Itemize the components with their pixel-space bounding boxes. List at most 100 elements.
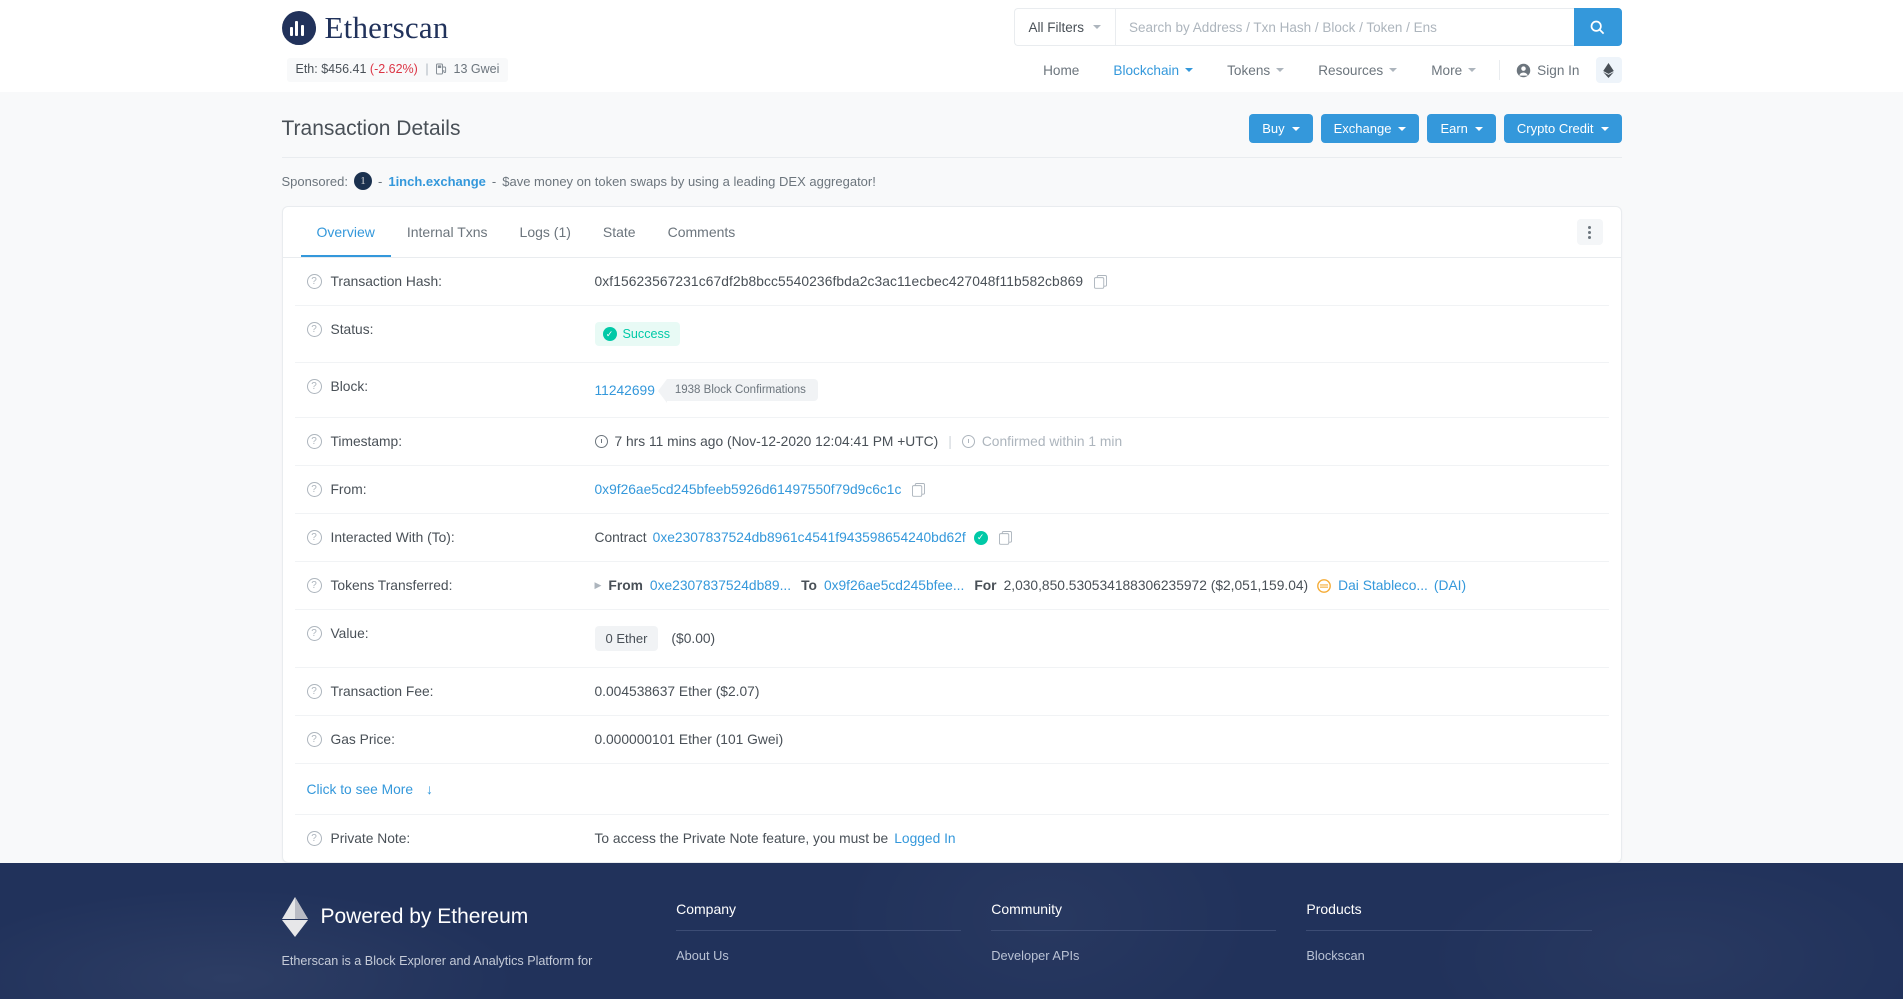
theme-toggle-button[interactable] <box>1596 57 1622 83</box>
label-block: Block: <box>331 379 369 394</box>
help-icon[interactable]: ? <box>307 578 322 593</box>
crypto-credit-label: Crypto Credit <box>1517 121 1594 136</box>
action-button-group: Buy Exchange Earn Crypto Credit <box>1249 114 1621 143</box>
help-icon[interactable]: ? <box>307 274 322 289</box>
footer-description: Etherscan is a Block Explorer and Analyt… <box>282 951 647 972</box>
footer-column-company: Company About Us <box>676 897 961 972</box>
sign-in-button[interactable]: Sign In <box>1506 63 1589 78</box>
tab-comments[interactable]: Comments <box>652 207 752 257</box>
row-tokens-transferred: ? Tokens Transferred: ▶ From 0xe23078375… <box>295 562 1609 610</box>
token-symbol-link[interactable]: (DAI) <box>1434 578 1466 593</box>
footer-link-blockscan[interactable]: Blockscan <box>1306 948 1591 963</box>
dot-icon <box>1588 226 1591 229</box>
help-icon[interactable]: ? <box>307 530 322 545</box>
ethereum-logo-icon <box>282 897 308 937</box>
more-options-button[interactable] <box>1577 219 1603 245</box>
footer-link-developer-apis[interactable]: Developer APIs <box>991 948 1276 963</box>
help-icon[interactable]: ? <box>307 732 322 747</box>
copy-hash-button[interactable] <box>1094 275 1107 289</box>
row-transaction-fee: ? Transaction Fee: 0.004538637 Ether ($2… <box>295 668 1609 716</box>
from-address-link[interactable]: 0x9f26ae5cd245bfeeb5926d61497550f79d9c6c… <box>595 482 902 497</box>
private-note-text: To access the Private Note feature, you … <box>595 831 889 846</box>
row-block: ? Block: 11242699 1938 Block Confirmatio… <box>295 363 1609 418</box>
timestamp-divider: | <box>948 434 952 449</box>
tab-state[interactable]: State <box>587 207 652 257</box>
crypto-credit-button[interactable]: Crypto Credit <box>1504 114 1622 143</box>
value-transaction-hash: 0xf15623567231c67df2b8bcc5540236fbda2c3a… <box>595 274 1084 289</box>
nav-item-more[interactable]: More <box>1414 63 1493 78</box>
transaction-card: Overview Internal Txns Logs (1) State Co… <box>282 206 1622 863</box>
site-footer: Powered by Ethereum Etherscan is a Block… <box>0 863 1903 999</box>
sign-in-label: Sign In <box>1537 63 1579 78</box>
eth-price-prefix: Eth: <box>296 62 318 76</box>
main-nav: Home Blockchain Tokens Resources More <box>1026 57 1621 83</box>
buy-button[interactable]: Buy <box>1249 114 1312 143</box>
nav-label-tokens: Tokens <box>1227 63 1270 78</box>
nav-label-home: Home <box>1043 63 1079 78</box>
arrow-down-icon: ↓ <box>426 781 433 797</box>
gas-price-value: 13 Gwei <box>454 62 500 76</box>
tab-logs[interactable]: Logs (1) <box>504 207 587 257</box>
nav-label-blockchain: Blockchain <box>1113 63 1179 78</box>
token-to-link[interactable]: 0x9f26ae5cd245bfee... <box>824 578 964 593</box>
label-private-note: Private Note: <box>331 831 411 846</box>
ethereum-icon <box>1603 63 1614 78</box>
see-more-link[interactable]: Click to see More <box>307 782 414 797</box>
overview-rows: ? Transaction Hash: 0xf15623567231c67df2… <box>283 258 1621 862</box>
search-input[interactable] <box>1115 8 1573 46</box>
value-usd: ($0.00) <box>671 631 715 646</box>
nav-divider <box>1499 60 1500 80</box>
tab-bar: Overview Internal Txns Logs (1) State Co… <box>283 207 1621 258</box>
label-tokens-transferred: Tokens Transferred: <box>331 578 453 593</box>
chevron-down-icon <box>1292 127 1300 131</box>
tab-internal-txns[interactable]: Internal Txns <box>391 207 504 257</box>
footer-link-about-us[interactable]: About Us <box>676 948 961 963</box>
chevron-down-icon <box>1389 68 1397 72</box>
sponsored-prefix: Sponsored: <box>282 174 349 189</box>
expand-arrow-icon[interactable]: ▶ <box>595 580 602 591</box>
copy-from-button[interactable] <box>912 483 925 497</box>
help-icon[interactable]: ? <box>307 322 322 337</box>
search-button[interactable] <box>1574 8 1622 46</box>
help-icon[interactable]: ? <box>307 831 322 846</box>
sponsored-banner: Sponsored: 1 - 1inch.exchange - $ave mon… <box>282 158 1622 206</box>
value-gas-price: 0.000000101 Ether (101 Gwei) <box>595 732 784 747</box>
clock-icon <box>595 435 608 448</box>
token-name-link[interactable]: Dai Stableco... <box>1338 578 1428 593</box>
sponsored-link[interactable]: 1inch.exchange <box>388 174 486 189</box>
label-timestamp: Timestamp: <box>331 434 403 449</box>
block-confirmations-badge: 1938 Block Confirmations <box>667 379 818 401</box>
chevron-down-icon <box>1475 127 1483 131</box>
label-from: From: <box>331 482 367 497</box>
contract-address-link[interactable]: 0xe2307837524db8961c4541f943598654240bd6… <box>653 530 966 545</box>
help-icon[interactable]: ? <box>307 626 322 641</box>
block-number-link[interactable]: 11242699 <box>595 383 655 398</box>
search-bar: All Filters <box>1014 8 1622 46</box>
copy-contract-button[interactable] <box>999 531 1012 545</box>
eth-price-value: $456.41 <box>321 62 366 76</box>
all-filters-dropdown[interactable]: All Filters <box>1014 8 1116 46</box>
help-icon[interactable]: ? <box>307 684 322 699</box>
chevron-down-icon <box>1601 127 1609 131</box>
chevron-down-icon <box>1276 68 1284 72</box>
etherscan-logo[interactable]: Etherscan <box>282 10 449 46</box>
exchange-button[interactable]: Exchange <box>1321 114 1420 143</box>
help-icon[interactable]: ? <box>307 379 322 394</box>
logged-in-link[interactable]: Logged In <box>894 831 955 846</box>
nav-item-blockchain[interactable]: Blockchain <box>1096 63 1210 78</box>
earn-button[interactable]: Earn <box>1427 114 1495 143</box>
row-gas-price: ? Gas Price: 0.000000101 Ether (101 Gwei… <box>295 716 1609 764</box>
help-icon[interactable]: ? <box>307 434 322 449</box>
nav-item-tokens[interactable]: Tokens <box>1210 63 1301 78</box>
row-private-note: ? Private Note: To access the Private No… <box>295 815 1609 862</box>
help-icon[interactable]: ? <box>307 482 322 497</box>
token-from-link[interactable]: 0xe2307837524db89... <box>650 578 791 593</box>
copy-icon <box>999 531 1012 545</box>
chevron-down-icon <box>1468 68 1476 72</box>
nav-item-resources[interactable]: Resources <box>1301 63 1414 78</box>
copy-icon <box>912 483 925 497</box>
tab-overview[interactable]: Overview <box>301 207 391 257</box>
nav-item-home[interactable]: Home <box>1026 63 1096 78</box>
confirmed-within-text: Confirmed within 1 min <box>982 434 1122 449</box>
status-badge: ✓ Success <box>595 322 681 346</box>
